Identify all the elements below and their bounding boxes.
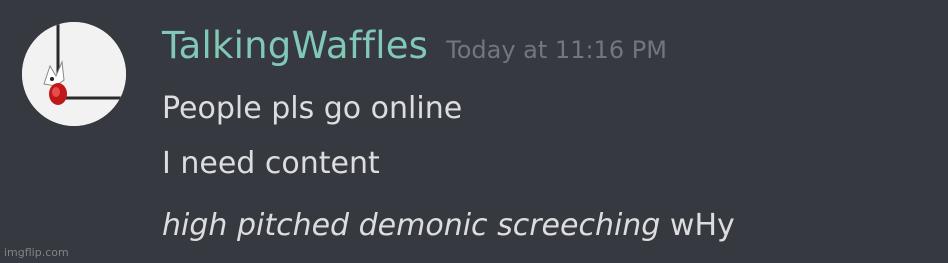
user-avatar-icon[interactable] bbox=[22, 22, 126, 126]
message-line: high pitched demonic screeching wHy bbox=[162, 208, 735, 243]
message-line: I need content bbox=[162, 146, 380, 181]
message-text: wHy bbox=[669, 208, 735, 243]
timestamp[interactable]: Today at 11:16 PM bbox=[446, 36, 667, 64]
message-line: People pls go online bbox=[162, 91, 463, 126]
message-header: TalkingWaffles Today at 11:16 PM bbox=[162, 24, 667, 67]
italic-text: high pitched demonic screeching bbox=[162, 208, 661, 243]
chat-message: TalkingWaffles Today at 11:16 PM People … bbox=[0, 0, 948, 263]
watermark: imgflip.com bbox=[4, 246, 69, 259]
username[interactable]: TalkingWaffles bbox=[162, 24, 428, 67]
